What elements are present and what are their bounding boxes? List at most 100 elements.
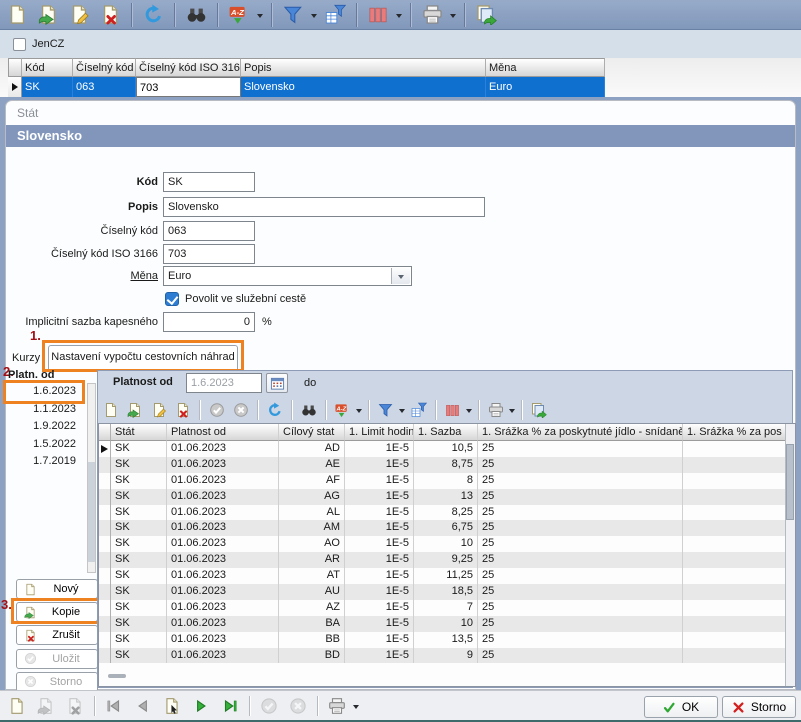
travel-grid-cell[interactable] (99, 584, 111, 600)
travel-grid-row[interactable]: SK01.06.2023AG1E-51325 (99, 489, 795, 505)
travel-grid-cell[interactable] (683, 648, 787, 664)
travel-grid-cell[interactable]: SK (111, 520, 167, 536)
print-dropdown-arrow[interactable] (509, 409, 515, 416)
travel-grid-cell[interactable]: AO (279, 536, 345, 552)
travel-grid-cell[interactable]: AT (279, 568, 345, 584)
confirm-icon[interactable] (206, 400, 227, 421)
travel-grid-cell[interactable]: 01.06.2023 (167, 568, 279, 584)
travel-grid-cell[interactable] (683, 520, 787, 536)
travel-grid-cell[interactable]: 25 (478, 568, 683, 584)
jencz-checkbox[interactable] (13, 38, 26, 51)
cancel-icon[interactable] (285, 693, 311, 719)
cell-ciselny-kod[interactable]: 063 (73, 77, 136, 97)
travel-grid-cell[interactable]: SK (111, 457, 167, 473)
filter-icon[interactable] (280, 2, 306, 28)
validity-item[interactable]: 1.6.2023 (8, 383, 80, 401)
travel-grid-cell[interactable]: 01.06.2023 (167, 648, 279, 664)
nav-prev-icon[interactable] (130, 693, 156, 719)
travel-grid-cell[interactable]: 13,5 (414, 632, 478, 648)
new-row-icon[interactable] (100, 400, 121, 421)
filter-advanced-icon[interactable] (322, 2, 348, 28)
travel-grid-row[interactable]: SK01.06.2023AL1E-58,2525 (99, 505, 795, 521)
travel-grid-cell[interactable] (683, 457, 787, 473)
grid-horizontal-scrollbar-thumb[interactable] (108, 674, 126, 678)
travel-grid-cell[interactable]: 01.06.2023 (167, 584, 279, 600)
travel-grid-row[interactable]: SK01.06.2023AE1E-58,7525 (99, 457, 795, 473)
travel-grid-cell[interactable]: 01.06.2023 (167, 457, 279, 473)
travel-grid-cell[interactable]: 6,75 (414, 520, 478, 536)
travel-grid-cell[interactable]: SK (111, 648, 167, 664)
travel-grid-row[interactable]: SK01.06.2023BD1E-5925 (99, 648, 795, 664)
grid-vertical-scrollbar-thumb[interactable] (786, 444, 794, 520)
cell-popis[interactable]: Slovensko (241, 77, 486, 97)
travel-grid-cell[interactable]: 8 (414, 473, 478, 489)
iso-field[interactable]: 703 (163, 244, 255, 264)
travel-grid-cell[interactable]: 1E-5 (345, 536, 414, 552)
print-dropdown-arrow[interactable] (353, 705, 359, 712)
travel-grid-cell[interactable]: 10,5 (414, 441, 478, 457)
travel-grid-cell[interactable]: 25 (478, 616, 683, 632)
travel-grid-cell[interactable]: 18,5 (414, 584, 478, 600)
copy-record-icon[interactable] (33, 693, 59, 719)
travel-grid-cell[interactable]: 1E-5 (345, 632, 414, 648)
travel-grid-cell[interactable]: 25 (478, 632, 683, 648)
sort-dropdown-arrow[interactable] (257, 14, 263, 21)
selected-country-row[interactable]: SK 063 703 Slovensko Euro (8, 77, 605, 97)
travel-grid-cell[interactable]: 01.06.2023 (167, 441, 279, 457)
export-icon[interactable] (473, 2, 499, 28)
travel-column-header[interactable]: 1. Srážka % za pos (683, 424, 787, 441)
storno-button[interactable]: Storno (722, 696, 796, 718)
column-header-popis[interactable]: Popis (241, 58, 486, 77)
travel-grid-cell[interactable]: 25 (478, 457, 683, 473)
columns-dropdown-arrow[interactable] (396, 14, 402, 21)
travel-grid-cell[interactable] (683, 600, 787, 616)
travel-grid-cell[interactable]: SK (111, 536, 167, 552)
columns-dropdown-arrow[interactable] (466, 409, 472, 416)
travel-grid-cell[interactable]: SK (111, 473, 167, 489)
travel-grid-cell[interactable]: 25 (478, 489, 683, 505)
print-icon[interactable] (485, 400, 506, 421)
travel-grid-cell[interactable]: BD (279, 648, 345, 664)
travel-grid-cell[interactable]: AU (279, 584, 345, 600)
travel-grid-cell[interactable]: SK (111, 505, 167, 521)
travel-grid-cell[interactable]: SK (111, 616, 167, 632)
travel-grid-cell[interactable]: 25 (478, 552, 683, 568)
travel-grid-cell[interactable]: 10 (414, 616, 478, 632)
travel-grid-cell[interactable] (683, 505, 787, 521)
filter-advanced-icon[interactable] (408, 400, 429, 421)
travel-grid-row[interactable]: SK01.06.2023AT1E-511,2525 (99, 568, 795, 584)
travel-grid-cell[interactable]: 25 (478, 473, 683, 489)
travel-column-header[interactable]: 1. Sazba (414, 424, 478, 441)
travel-grid-cell[interactable]: 01.06.2023 (167, 520, 279, 536)
travel-grid-cell[interactable]: SK (111, 584, 167, 600)
travel-grid-row[interactable]: SK01.06.2023AM1E-56,7525 (99, 520, 795, 536)
travel-grid-cell[interactable]: 01.06.2023 (167, 616, 279, 632)
filter-dropdown-arrow[interactable] (399, 409, 405, 416)
travel-grid-row[interactable]: SK01.06.2023AD1E-510,525 (99, 441, 795, 457)
tab-nastaveni-nahrad[interactable]: Nastavení vypočtu cestovních náhrad (48, 345, 238, 369)
validity-item[interactable]: 1.9.2022 (8, 418, 80, 436)
columns-icon[interactable] (365, 2, 391, 28)
validity-column-header[interactable]: Platn. od (8, 369, 80, 383)
columns-icon[interactable] (442, 400, 463, 421)
cell-iso-focused[interactable]: 703 (136, 77, 241, 97)
travel-grid-cell[interactable]: 7 (414, 600, 478, 616)
delete-record-icon[interactable] (97, 2, 123, 28)
travel-grid-cell[interactable]: 01.06.2023 (167, 473, 279, 489)
travel-grid-cell[interactable]: 25 (478, 441, 683, 457)
filter-dropdown-arrow[interactable] (311, 14, 317, 21)
travel-grid-row[interactable]: SK01.06.2023BA1E-51025 (99, 616, 795, 632)
refresh-icon[interactable] (264, 400, 285, 421)
ok-button[interactable]: OK (644, 696, 718, 718)
mena-combobox[interactable]: Euro (163, 266, 412, 286)
travel-grid-cell[interactable] (683, 584, 787, 600)
travel-grid-cell[interactable]: 1E-5 (345, 520, 414, 536)
travel-grid-cell[interactable]: 1E-5 (345, 616, 414, 632)
calendar-button[interactable] (266, 373, 288, 393)
copy-record-icon[interactable] (35, 2, 61, 28)
travel-grid-cell[interactable]: AD (279, 441, 345, 457)
kod-field[interactable]: SK (163, 172, 255, 192)
search-icon[interactable] (298, 400, 319, 421)
travel-grid-cell[interactable] (99, 568, 111, 584)
column-header-kod[interactable]: Kód (22, 58, 73, 77)
